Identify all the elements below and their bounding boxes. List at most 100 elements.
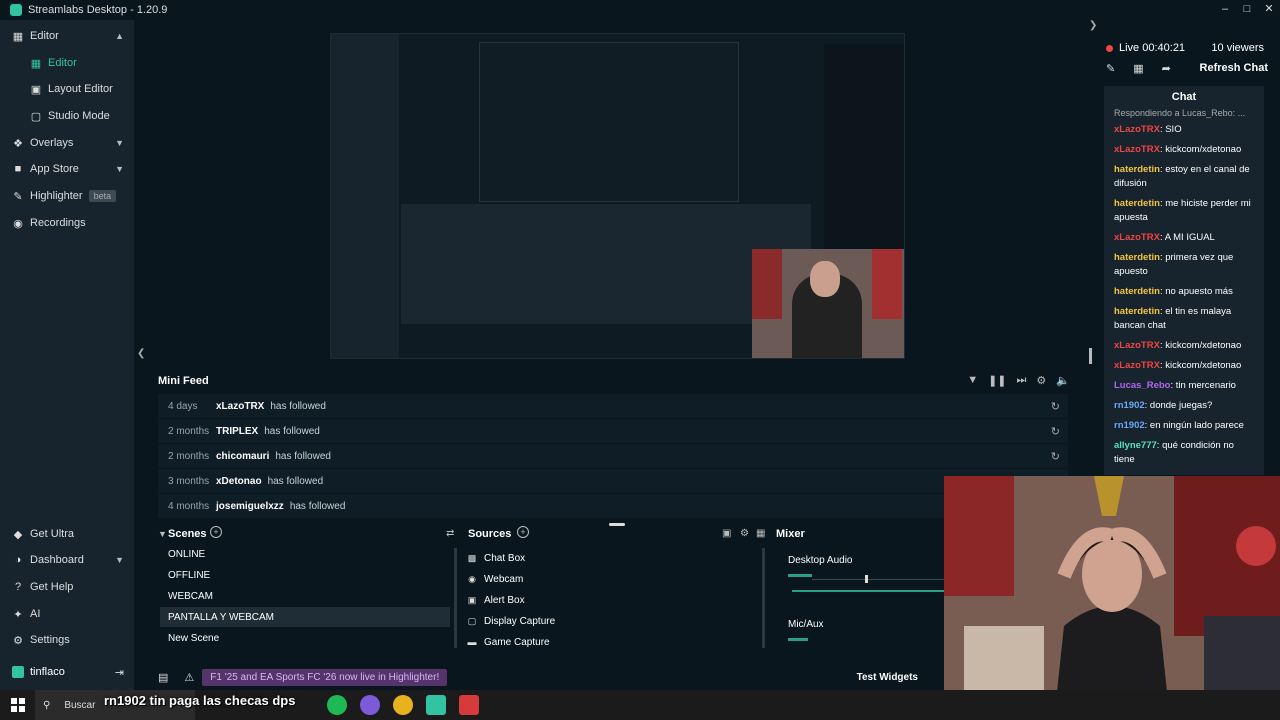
scene-item[interactable]: WEBCAM (160, 586, 450, 606)
scrollbar[interactable] (1089, 348, 1092, 364)
sidebar-item-dashboard[interactable]: ◑ Dashboard ▼ (0, 547, 134, 573)
sidebar-item-editor-group[interactable]: ▦ Editor ▲ (0, 23, 134, 49)
pause-icon[interactable]: ❚❚ (988, 374, 1006, 387)
scene-item[interactable]: PANTALLA Y WEBCAM (160, 607, 450, 627)
notification-banner[interactable]: F1 '25 and EA Sports FC '26 now live in … (202, 668, 448, 686)
sidebar-item-app-store[interactable]: ■ App Store ▼ (0, 156, 134, 182)
volume-track[interactable] (812, 579, 944, 580)
scene-item[interactable]: OFFLINE (160, 565, 450, 585)
edit-icon[interactable]: ✎ (1106, 62, 1115, 75)
chat-text: : en ningún lado parece (1144, 420, 1244, 431)
chat-message: haterdetin: no apuesto más (1104, 282, 1264, 302)
user-row[interactable]: tinflaco ⇥ (0, 661, 134, 683)
sidebar-item-label: Dashboard (30, 554, 84, 566)
chat-username[interactable]: Lucas_Rebo (1114, 380, 1171, 391)
source-item[interactable]: ◉ Webcam (466, 569, 756, 589)
chat-message: xLazoTRX: A MI IGUAL (1104, 228, 1264, 248)
mini-feed-title: Mini Feed (158, 375, 209, 387)
scrollbar[interactable] (454, 548, 457, 648)
sidebar-item-layout-editor[interactable]: ▣ Layout Editor (0, 76, 134, 102)
source-item[interactable]: ▣ Alert Box (466, 590, 756, 610)
source-item[interactable]: ▬ Game Capture (466, 632, 756, 652)
sidebar-item-get-help[interactable]: ? Get Help (0, 574, 134, 600)
chat-username[interactable]: rn1902 (1114, 420, 1145, 431)
chat-username[interactable]: xLazoTRX (1114, 124, 1160, 135)
sidebar-item-recordings[interactable]: ◉ Recordings (0, 210, 134, 236)
source-item[interactable]: ▢ Display Capture (466, 611, 756, 631)
scene-transition-icon[interactable]: ⇄ (446, 528, 454, 539)
refresh-chat-button[interactable]: Refresh Chat (1200, 62, 1268, 74)
sidebar-item-overlays[interactable]: ❖ Overlays ▼ (0, 130, 134, 156)
chat-icon: ▩ (467, 553, 477, 563)
chevron-down-icon: ▼ (115, 164, 124, 174)
dashboard-icon[interactable]: ▦ (1133, 62, 1143, 75)
streamlabs-app-icon[interactable] (426, 695, 446, 715)
mini-feed: Mini Feed ▼ ❚❚ ⏭ ⚙ 🔈 4 days xLazoTRX has… (148, 368, 1080, 518)
chat-message: allyne777: qué condición no tiene (1104, 436, 1264, 470)
chat-message: xLazoTRX: kickcom/xdetonao (1104, 140, 1264, 160)
discord-icon[interactable] (360, 695, 380, 715)
filter-icon[interactable]: ▼ (967, 374, 978, 387)
sidebar-item-studio-mode[interactable]: ▢ Studio Mode (0, 103, 134, 129)
performance-icon[interactable]: ▤ (158, 671, 168, 684)
logout-icon[interactable]: ⇥ (115, 666, 124, 679)
windows-start-icon[interactable] (11, 698, 25, 712)
chat-message: rn1902: donde juegas? (1104, 396, 1264, 416)
app-icon[interactable] (459, 695, 479, 715)
chat-username[interactable]: xLazoTRX (1114, 340, 1160, 351)
monitor-icon: ▢ (467, 616, 477, 626)
chat-message: rn1902: en ningún lado parece (1104, 416, 1264, 436)
chevron-down-icon[interactable]: ▼ (158, 529, 167, 539)
chat-username[interactable]: haterdetin (1114, 164, 1160, 175)
source-item[interactable]: ▩ Chat Box (466, 548, 756, 568)
sidebar-item-label: Highlighter (30, 190, 83, 202)
sidebar-item-settings[interactable]: ⚙ Settings (0, 627, 134, 653)
settings-icon[interactable]: ⚙ (1036, 374, 1046, 387)
chat-box: Chat Respondiendo a Lucas_Rebo: ... xLaz… (1104, 86, 1264, 475)
sidebar-item-label: Editor (48, 57, 77, 69)
chat-username[interactable]: xLazoTRX (1114, 144, 1160, 155)
chat-username[interactable]: haterdetin (1114, 286, 1160, 297)
folder-icon[interactable]: ▣ (722, 528, 731, 539)
skip-icon[interactable]: ⏭ (1017, 374, 1027, 387)
spotify-icon[interactable] (327, 695, 347, 715)
close-button[interactable]: ✕ (1258, 0, 1280, 20)
chevron-down-icon: ▼ (115, 555, 124, 565)
add-scene-icon[interactable]: + (210, 526, 222, 538)
volume-icon[interactable]: 🔈 (1056, 374, 1070, 387)
add-folder-icon[interactable]: ▦ (756, 528, 765, 539)
minimize-button[interactable]: – (1214, 0, 1236, 20)
chevron-up-icon: ▲ (115, 31, 124, 41)
sidebar-item-editor[interactable]: ▦ Editor (0, 50, 134, 76)
add-source-icon[interactable]: + (517, 526, 529, 538)
chevron-left-icon[interactable]: ❮ (137, 348, 145, 359)
chat-username[interactable]: allyne777 (1114, 440, 1157, 451)
chrome-icon[interactable] (393, 695, 413, 715)
chat-username[interactable]: haterdetin (1114, 252, 1160, 263)
sidebar-item-ai[interactable]: ✦ AI (0, 601, 134, 627)
camera-icon: ◉ (468, 574, 476, 584)
test-widgets-button[interactable]: Test Widgets (857, 672, 918, 683)
scrollbar[interactable] (762, 548, 765, 648)
replay-icon[interactable]: ↻ (1051, 400, 1060, 413)
replay-icon[interactable]: ↻ (1051, 450, 1060, 463)
sidebar-item-label: AI (30, 608, 41, 620)
scene-item[interactable]: New Scene (160, 628, 450, 648)
chat-username[interactable]: xLazoTRX (1114, 232, 1160, 243)
volume-slider-handle[interactable] (865, 575, 868, 583)
chat-username[interactable]: haterdetin (1114, 198, 1160, 209)
sidebar-item-get-ultra[interactable]: ◆ Get Ultra (0, 521, 134, 547)
chat-username[interactable]: xLazoTRX (1114, 360, 1160, 371)
resize-handle[interactable] (609, 523, 625, 526)
maximize-button[interactable]: □ (1236, 0, 1258, 20)
replay-icon[interactable]: ↻ (1051, 425, 1060, 438)
chat-username[interactable]: haterdetin (1114, 306, 1160, 317)
source-settings-icon[interactable]: ⚙ (740, 528, 749, 539)
share-icon[interactable]: ➦ (1162, 62, 1171, 75)
warning-icon[interactable]: ⚠ (184, 671, 194, 684)
stream-preview[interactable] (330, 33, 905, 359)
chat-username[interactable]: rn1902 (1114, 400, 1145, 411)
mini-feed-header: Mini Feed ▼ ❚❚ ⏭ ⚙ 🔈 (148, 368, 1080, 394)
scene-item[interactable]: ONLINE (160, 544, 450, 564)
sidebar-item-highlighter[interactable]: ✎ Highlighter beta (0, 183, 134, 209)
